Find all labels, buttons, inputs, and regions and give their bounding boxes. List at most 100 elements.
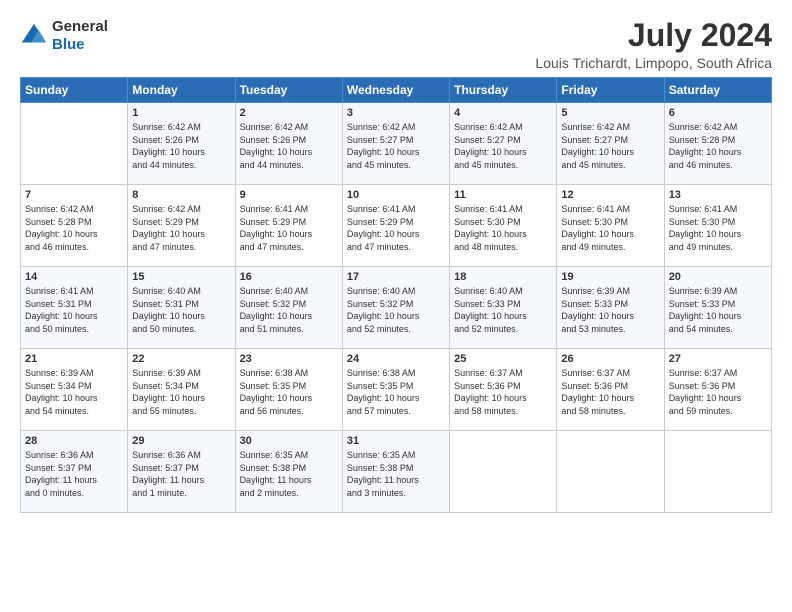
header-cell-monday: Monday — [128, 78, 235, 103]
day-info: Sunrise: 6:36 AM Sunset: 5:37 PM Dayligh… — [132, 449, 230, 499]
day-info: Sunrise: 6:35 AM Sunset: 5:38 PM Dayligh… — [240, 449, 338, 499]
day-number: 25 — [454, 353, 552, 365]
day-cell: 28 Sunrise: 6:36 AM Sunset: 5:37 PM Dayli… — [21, 431, 128, 513]
day-number: 30 — [240, 435, 338, 447]
day-number: 19 — [561, 271, 659, 283]
day-cell: 22 Sunrise: 6:39 AM Sunset: 5:34 PM Dayli… — [128, 349, 235, 431]
day-number: 4 — [454, 107, 552, 119]
day-info: Sunrise: 6:39 AM Sunset: 5:33 PM Dayligh… — [669, 285, 767, 335]
day-cell: 2Sunrise: 6:42 AM Sunset: 5:26 PM Daylig… — [235, 103, 342, 185]
day-cell: 17Sunrise: 6:40 AM Sunset: 5:32 PM Dayli… — [342, 267, 449, 349]
day-cell: 20 Sunrise: 6:39 AM Sunset: 5:33 PM Dayli… — [664, 267, 771, 349]
week-row-2: 7Sunrise: 6:42 AM Sunset: 5:28 PM Daylig… — [21, 185, 772, 267]
header-cell-saturday: Saturday — [664, 78, 771, 103]
day-cell: 30 Sunrise: 6:35 AM Sunset: 5:38 PM Dayli… — [235, 431, 342, 513]
week-row-5: 28 Sunrise: 6:36 AM Sunset: 5:37 PM Dayli… — [21, 431, 772, 513]
day-cell: 23Sunrise: 6:38 AM Sunset: 5:35 PM Dayli… — [235, 349, 342, 431]
day-info: Sunrise: 6:37 AM Sunset: 5:36 PM Dayligh… — [454, 367, 552, 417]
day-number: 18 — [454, 271, 552, 283]
calendar-body: 1 Sunrise: 6:42 AM Sunset: 5:26 PM Daylig… — [21, 103, 772, 513]
day-number: 9 — [240, 189, 338, 201]
day-number: 1 — [132, 107, 230, 119]
day-cell: 10 Sunrise: 6:41 AM Sunset: 5:29 PM Dayli… — [342, 185, 449, 267]
day-cell: 13Sunrise: 6:41 AM Sunset: 5:30 PM Dayli… — [664, 185, 771, 267]
day-cell: 12 Sunrise: 6:41 AM Sunset: 5:30 PM Dayli… — [557, 185, 664, 267]
page: General Blue July 2024 Louis Trichardt, … — [0, 0, 792, 612]
day-number: 20 — [669, 271, 767, 283]
day-number: 26 — [561, 353, 659, 365]
day-info: Sunrise: 6:39 AM Sunset: 5:34 PM Dayligh… — [132, 367, 230, 417]
day-cell: 15Sunrise: 6:40 AM Sunset: 5:31 PM Dayli… — [128, 267, 235, 349]
header: General Blue July 2024 Louis Trichardt, … — [20, 18, 772, 71]
day-info: Sunrise: 6:42 AM Sunset: 5:27 PM Dayligh… — [561, 121, 659, 171]
day-cell: 7Sunrise: 6:42 AM Sunset: 5:28 PM Daylig… — [21, 185, 128, 267]
day-number: 5 — [561, 107, 659, 119]
day-cell: 4Sunrise: 6:42 AM Sunset: 5:27 PM Daylig… — [450, 103, 557, 185]
day-cell: 5 Sunrise: 6:42 AM Sunset: 5:27 PM Daylig… — [557, 103, 664, 185]
day-info: Sunrise: 6:40 AM Sunset: 5:33 PM Dayligh… — [454, 285, 552, 335]
week-row-1: 1 Sunrise: 6:42 AM Sunset: 5:26 PM Daylig… — [21, 103, 772, 185]
day-info: Sunrise: 6:36 AM Sunset: 5:37 PM Dayligh… — [25, 449, 123, 499]
day-cell: 26 Sunrise: 6:37 AM Sunset: 5:36 PM Dayli… — [557, 349, 664, 431]
day-number: 14 — [25, 271, 123, 283]
day-info: Sunrise: 6:41 AM Sunset: 5:29 PM Dayligh… — [240, 203, 338, 253]
day-number: 2 — [240, 107, 338, 119]
day-cell — [664, 431, 771, 513]
day-info: Sunrise: 6:41 AM Sunset: 5:30 PM Dayligh… — [561, 203, 659, 253]
logo: General Blue — [20, 18, 108, 54]
day-info: Sunrise: 6:41 AM Sunset: 5:30 PM Dayligh… — [454, 203, 552, 253]
day-cell: 14Sunrise: 6:41 AM Sunset: 5:31 PM Dayli… — [21, 267, 128, 349]
day-number: 29 — [132, 435, 230, 447]
day-number: 27 — [669, 353, 767, 365]
day-number: 12 — [561, 189, 659, 201]
day-cell: 31 Sunrise: 6:35 AM Sunset: 5:38 PM Dayli… — [342, 431, 449, 513]
main-title: July 2024 — [535, 18, 772, 53]
week-row-3: 14Sunrise: 6:41 AM Sunset: 5:31 PM Dayli… — [21, 267, 772, 349]
header-cell-wednesday: Wednesday — [342, 78, 449, 103]
day-info: Sunrise: 6:35 AM Sunset: 5:38 PM Dayligh… — [347, 449, 445, 499]
day-info: Sunrise: 6:39 AM Sunset: 5:34 PM Dayligh… — [25, 367, 123, 417]
day-info: Sunrise: 6:41 AM Sunset: 5:29 PM Dayligh… — [347, 203, 445, 253]
day-cell: 1 Sunrise: 6:42 AM Sunset: 5:26 PM Daylig… — [128, 103, 235, 185]
day-cell: 11 Sunrise: 6:41 AM Sunset: 5:30 PM Dayli… — [450, 185, 557, 267]
day-info: Sunrise: 6:40 AM Sunset: 5:32 PM Dayligh… — [347, 285, 445, 335]
day-number: 21 — [25, 353, 123, 365]
day-info: Sunrise: 6:42 AM Sunset: 5:26 PM Dayligh… — [132, 121, 230, 171]
day-cell: 21 Sunrise: 6:39 AM Sunset: 5:34 PM Dayli… — [21, 349, 128, 431]
day-cell: 19 Sunrise: 6:39 AM Sunset: 5:33 PM Dayli… — [557, 267, 664, 349]
day-cell: 8 Sunrise: 6:42 AM Sunset: 5:29 PM Daylig… — [128, 185, 235, 267]
day-number: 7 — [25, 189, 123, 201]
day-cell: 3Sunrise: 6:42 AM Sunset: 5:27 PM Daylig… — [342, 103, 449, 185]
day-cell: 25 Sunrise: 6:37 AM Sunset: 5:36 PM Dayli… — [450, 349, 557, 431]
day-cell: 27 Sunrise: 6:37 AM Sunset: 5:36 PM Dayli… — [664, 349, 771, 431]
day-info: Sunrise: 6:37 AM Sunset: 5:36 PM Dayligh… — [669, 367, 767, 417]
logo-icon — [20, 22, 48, 50]
day-info: Sunrise: 6:42 AM Sunset: 5:29 PM Dayligh… — [132, 203, 230, 253]
day-info: Sunrise: 6:41 AM Sunset: 5:30 PM Dayligh… — [669, 203, 767, 253]
day-number: 10 — [347, 189, 445, 201]
day-number: 3 — [347, 107, 445, 119]
day-number: 24 — [347, 353, 445, 365]
header-cell-sunday: Sunday — [21, 78, 128, 103]
day-number: 22 — [132, 353, 230, 365]
logo-text: General Blue — [52, 18, 108, 54]
day-cell: 9 Sunrise: 6:41 AM Sunset: 5:29 PM Daylig… — [235, 185, 342, 267]
day-number: 8 — [132, 189, 230, 201]
day-cell — [450, 431, 557, 513]
title-block: July 2024 Louis Trichardt, Limpopo, Sout… — [535, 18, 772, 71]
day-cell: 16Sunrise: 6:40 AM Sunset: 5:32 PM Dayli… — [235, 267, 342, 349]
subtitle: Louis Trichardt, Limpopo, South Africa — [535, 55, 772, 71]
day-number: 31 — [347, 435, 445, 447]
header-cell-thursday: Thursday — [450, 78, 557, 103]
week-row-4: 21 Sunrise: 6:39 AM Sunset: 5:34 PM Dayli… — [21, 349, 772, 431]
day-cell — [21, 103, 128, 185]
day-info: Sunrise: 6:37 AM Sunset: 5:36 PM Dayligh… — [561, 367, 659, 417]
day-info: Sunrise: 6:42 AM Sunset: 5:28 PM Dayligh… — [669, 121, 767, 171]
day-cell — [557, 431, 664, 513]
day-info: Sunrise: 6:39 AM Sunset: 5:33 PM Dayligh… — [561, 285, 659, 335]
header-cell-tuesday: Tuesday — [235, 78, 342, 103]
calendar-table: SundayMondayTuesdayWednesdayThursdayFrid… — [20, 77, 772, 513]
day-cell: 18 Sunrise: 6:40 AM Sunset: 5:33 PM Dayli… — [450, 267, 557, 349]
day-number: 28 — [25, 435, 123, 447]
day-number: 11 — [454, 189, 552, 201]
